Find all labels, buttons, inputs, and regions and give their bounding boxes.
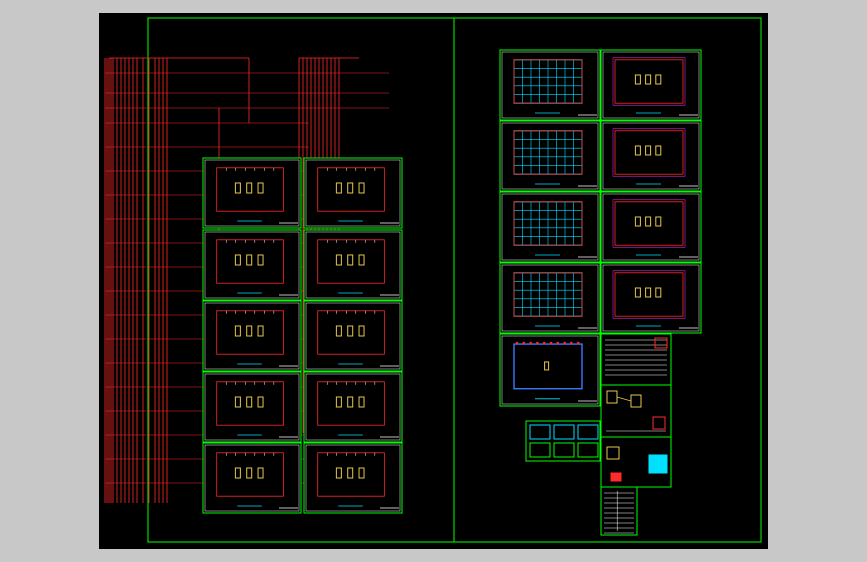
left-floor-plan-10: [303, 442, 403, 514]
plan-device: [563, 341, 566, 345]
legend-panel: [600, 333, 672, 387]
left-floor-plan-4: [303, 229, 403, 301]
cyan-block: [648, 454, 668, 474]
plan-device: [515, 341, 519, 345]
right-floor-plan-a2: [499, 120, 601, 192]
left-floor-plan-3: [202, 229, 302, 301]
left-floor-plan-9: [202, 442, 302, 514]
plan-frame: [499, 120, 601, 192]
plan-device: [570, 341, 573, 345]
right-floor-plan-a3: [499, 191, 601, 263]
plan-device: [549, 341, 553, 345]
right-floor-plan-b1: [600, 49, 702, 121]
plan-device: [529, 341, 532, 345]
plan-frame: [499, 49, 601, 121]
plan-device: [556, 341, 559, 345]
left-floor-plan-7: [202, 371, 302, 443]
left-floor-plan-2: [303, 157, 403, 229]
right-floor-plan-b2: [600, 120, 702, 192]
sheet-index-panel: [525, 420, 601, 462]
panel-frame: [525, 420, 601, 462]
schematic-panel-1: [600, 384, 672, 438]
right-floor-plan-a4: [499, 262, 601, 334]
left-floor-plan-6: [303, 300, 403, 372]
equipment-table: [600, 486, 638, 536]
plan-device: [543, 341, 546, 345]
plan-frame: [600, 191, 702, 263]
left-floor-plan-1: [202, 157, 302, 229]
plan-device: [577, 341, 580, 345]
schematic-symbol: [610, 472, 622, 482]
right-floor-plan-b4: [600, 262, 702, 334]
cad-model-space[interactable]: [99, 13, 768, 549]
plan-frame: [499, 191, 601, 263]
right-floor-plan-ground: [499, 333, 601, 407]
right-floor-plan-a1: [499, 49, 601, 121]
plan-frame: [600, 120, 702, 192]
plan-frame: [499, 262, 601, 334]
cad-drawing[interactable]: [99, 13, 768, 549]
schematic-panel-2: [600, 436, 672, 488]
plan-frame: [600, 262, 702, 334]
plan-device: [522, 341, 525, 345]
plan-device: [536, 341, 539, 345]
right-floor-plan-b3: [600, 191, 702, 263]
left-floor-plan-5: [202, 300, 302, 372]
plan-frame: [499, 333, 601, 407]
plan-frame: [600, 49, 702, 121]
left-floor-plan-8: [303, 371, 403, 443]
